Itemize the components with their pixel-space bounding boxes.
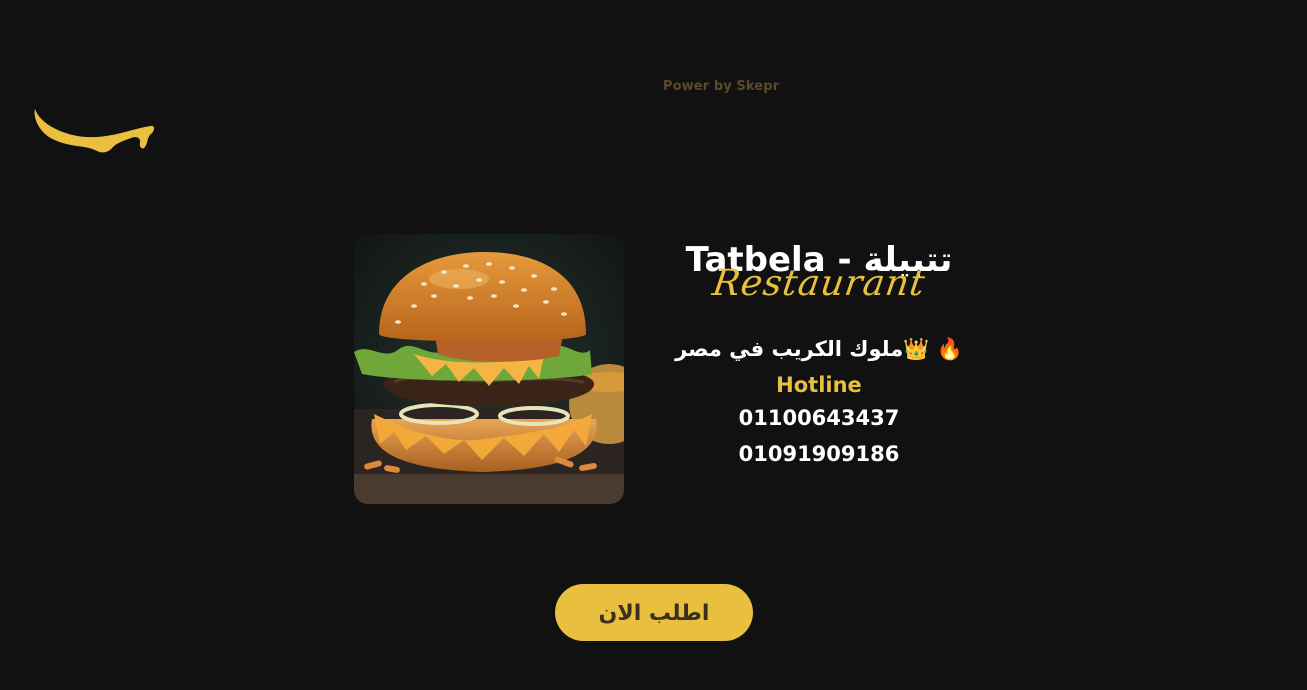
restaurant-info: Tatbela - تتبيلة Restaurant 🔥 👑ملوك الكر… <box>660 238 978 472</box>
order-now-button[interactable]: اطلب الان <box>555 584 753 641</box>
restaurant-subtitle: Restaurant <box>710 263 929 304</box>
burger-photo <box>354 234 624 504</box>
hotline-label: Hotline <box>776 373 862 397</box>
powered-by-text: Power by Skepr <box>663 79 780 94</box>
phone-number-1[interactable]: 01100643437 <box>660 400 978 436</box>
phone-number-2[interactable]: 01091909186 <box>660 436 978 472</box>
slogan-text: 🔥 👑ملوك الكريب في مصر <box>675 337 963 361</box>
sauce-drip-logo-icon <box>34 109 154 153</box>
